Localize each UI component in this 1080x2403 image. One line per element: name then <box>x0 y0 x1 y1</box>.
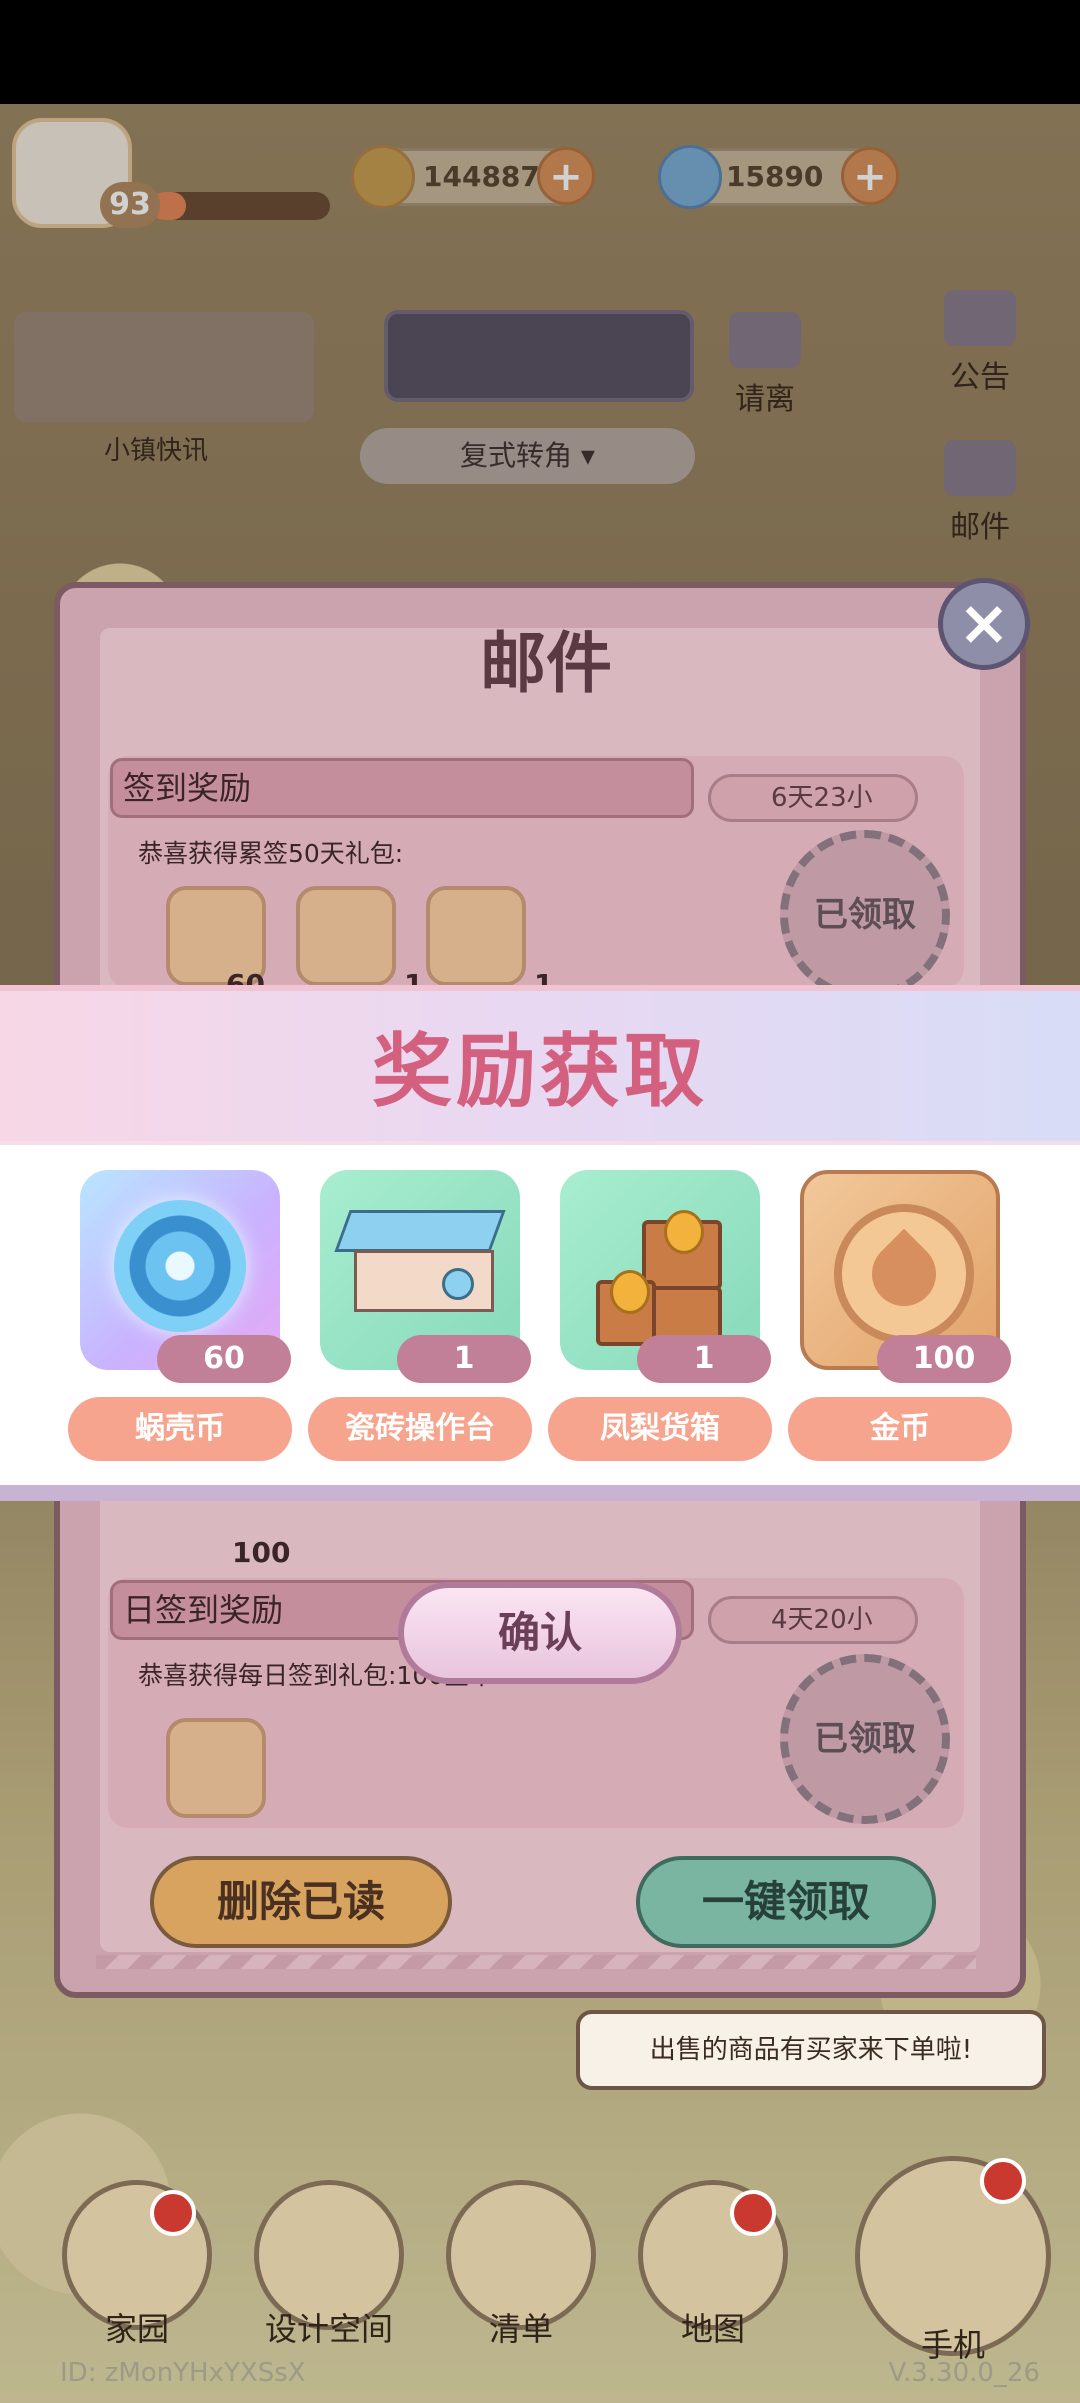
mail-item-title: 签到奖励 <box>110 758 694 818</box>
reward-name: 凤梨货箱 <box>548 1397 772 1461</box>
mail-item-desc: 恭喜获得累签50天礼包: <box>138 839 404 868</box>
reward-bottom-border <box>0 1485 1080 1501</box>
snail-coin-icon <box>114 1200 246 1332</box>
order-notification[interactable]: 出售的商品有买家来下单啦! <box>576 2010 1046 2090</box>
claimed-stamp: 已领取 <box>780 830 950 1000</box>
reward-count: 100 <box>877 1335 1011 1383</box>
reward-count: 1 <box>397 1335 531 1383</box>
reward-count: 60 <box>157 1335 291 1383</box>
mail-title: 邮件 <box>480 625 612 702</box>
notification-dot <box>730 2190 776 2236</box>
notification-dot <box>150 2190 196 2236</box>
confirm-button[interactable]: 确认 <box>398 1582 682 1684</box>
tile-workbench-icon <box>334 1210 506 1320</box>
close-icon[interactable]: × <box>938 578 1030 670</box>
nav-list-label: 清单 <box>488 2310 553 2348</box>
claim-all-button[interactable]: 一键领取 <box>636 1856 936 1948</box>
claimed-stamp: 已领取 <box>780 1654 950 1824</box>
reward-popup: 奖励获取 60 蜗壳币 1 瓷砖操作台 1 凤梨货箱 100 金币 <box>0 985 1080 1515</box>
reward-title: 奖励获取 <box>372 1025 708 1118</box>
reward-header: 奖励获取 <box>0 985 1080 1145</box>
reward-name: 金币 <box>788 1397 1012 1461</box>
reward-body: 60 蜗壳币 1 瓷砖操作台 1 凤梨货箱 100 金币 <box>0 1145 1080 1485</box>
nav-design-label: 设计空间 <box>264 2310 393 2348</box>
notification-dot <box>980 2158 1026 2204</box>
nav-map-label: 地图 <box>680 2310 745 2348</box>
version-text: V.3.30.0_26 <box>888 2358 1040 2388</box>
crate-thumb <box>426 886 526 986</box>
gold-coin-thumb <box>166 1718 266 1818</box>
reward-name: 蜗壳币 <box>68 1397 292 1461</box>
sprout-icon <box>858 1228 950 1320</box>
nav-home-label: 家园 <box>104 2310 169 2348</box>
player-id: ID: zMonYHxYXSsX <box>60 2358 306 2388</box>
reward-count: 1 <box>637 1335 771 1383</box>
status-bar <box>0 0 1080 104</box>
delete-read-button[interactable]: 删除已读 <box>150 1856 452 1948</box>
hidden-item-count: 100 <box>232 1536 291 1569</box>
envelope-stripe <box>96 1955 976 1969</box>
workbench-thumb <box>296 886 396 986</box>
gold-coin-icon <box>834 1204 974 1344</box>
mail-item-timer: 6天23小 <box>708 774 918 822</box>
mail-item-timer: 4天20小 <box>708 1596 918 1644</box>
reward-name: 瓷砖操作台 <box>308 1397 532 1461</box>
